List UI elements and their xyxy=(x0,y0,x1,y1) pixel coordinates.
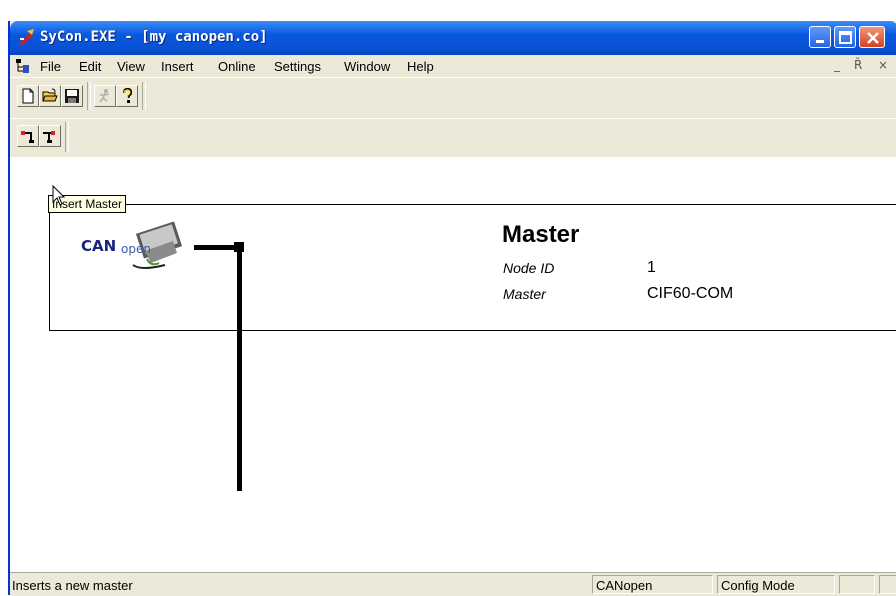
mdi-minimize-button[interactable]: _ xyxy=(834,58,840,72)
help-question-icon xyxy=(122,88,133,103)
insert-master-icon xyxy=(21,131,34,143)
menu-settings[interactable]: Settings xyxy=(274,59,321,74)
master-device-box[interactable]: CAN open Master Node ID 1 Master CIF60-C… xyxy=(49,204,896,331)
menu-window[interactable]: Window xyxy=(344,59,390,74)
status-protocol: CANopen xyxy=(592,575,713,594)
app-icon[interactable] xyxy=(18,28,36,46)
title-bar[interactable]: SyCon.EXE - [my canopen.co] xyxy=(10,21,896,55)
can-logo-text: CAN xyxy=(81,237,116,255)
menu-help[interactable]: Help xyxy=(407,59,434,74)
window-title: SyCon.EXE - [my canopen.co] xyxy=(40,29,268,45)
help-button[interactable] xyxy=(116,85,138,107)
status-pane-empty xyxy=(879,575,896,594)
menu-insert[interactable]: Insert xyxy=(161,59,194,74)
menu-online[interactable]: Online xyxy=(218,59,256,74)
status-bar: Inserts a new master CANopen Config Mode xyxy=(10,572,896,596)
maximize-icon xyxy=(839,31,852,44)
document-tree-icon[interactable] xyxy=(15,58,31,74)
insert-master-button[interactable] xyxy=(17,125,39,147)
maximize-button[interactable] xyxy=(834,26,856,48)
save-button[interactable] xyxy=(61,85,83,107)
new-document-icon xyxy=(22,88,34,104)
close-button[interactable] xyxy=(859,26,885,48)
master-type-label: Master xyxy=(503,286,546,302)
open-folder-icon xyxy=(42,88,58,102)
menu-bar: File Edit View Insert Online Settings Wi… xyxy=(10,55,896,77)
standard-toolbar xyxy=(10,77,896,119)
bus-line[interactable] xyxy=(237,245,242,491)
master-type-value: CIF60-COM xyxy=(647,285,734,302)
insert-slave-icon xyxy=(43,131,55,143)
master-title: Master xyxy=(502,221,580,248)
new-button[interactable] xyxy=(17,85,39,107)
mdi-restore-button[interactable]: Ř xyxy=(854,58,862,72)
status-pane-empty xyxy=(839,575,875,594)
app-window: SyCon.EXE - [my canopen.co] File Edit Vi… xyxy=(8,21,896,596)
minimize-icon xyxy=(816,40,824,43)
menu-file[interactable]: File xyxy=(40,59,61,74)
menu-view[interactable]: View xyxy=(117,59,145,74)
insert-toolbar xyxy=(10,118,896,158)
status-mode: Config Mode xyxy=(717,575,835,594)
node-id-label: Node ID xyxy=(503,260,555,276)
insert-slave-button[interactable] xyxy=(39,125,61,147)
toolbar-separator xyxy=(87,82,91,110)
run-figure-icon xyxy=(99,89,110,103)
save-disk-icon xyxy=(65,89,79,103)
network-view[interactable]: CAN open Master Node ID 1 Master CIF60-C… xyxy=(10,157,896,572)
open-logo-text: open xyxy=(121,242,151,256)
status-message: Inserts a new master xyxy=(12,578,133,593)
menu-edit[interactable]: Edit xyxy=(79,59,101,74)
minimize-button[interactable] xyxy=(809,26,831,48)
node-id-value: 1 xyxy=(647,259,656,276)
run-button[interactable] xyxy=(94,85,116,107)
canopen-device-icon[interactable]: CAN open xyxy=(81,219,191,271)
toolbar-separator xyxy=(142,82,146,110)
mdi-close-button[interactable]: × xyxy=(878,58,888,72)
mouse-cursor-icon xyxy=(52,185,66,206)
toolbar-separator xyxy=(65,122,69,152)
open-button[interactable] xyxy=(39,85,61,107)
close-icon xyxy=(867,32,879,44)
